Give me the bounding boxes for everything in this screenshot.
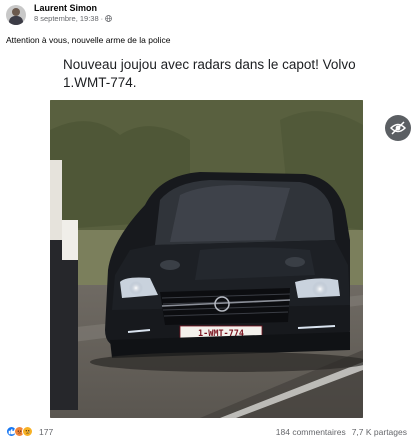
post-timestamp[interactable]: 8 septembre, 19:38 [34,15,99,23]
facebook-post: Laurent Simon 8 septembre, 19:38 · Atten… [0,0,415,443]
avatar[interactable] [6,5,26,25]
author-name[interactable]: Laurent Simon [34,4,112,13]
post-footer: 177 184 commentaires 7,7 K partages [0,420,415,443]
reactions[interactable]: 177 [6,426,53,437]
engagement-counts: 184 commentaires 7,7 K partages [276,427,407,437]
post-subline: 8 septembre, 19:38 · [34,14,113,23]
shares-count[interactable]: 7,7 K partages [352,427,407,437]
car-photo[interactable]: 1-WMT-774 [50,100,363,418]
globe-icon [105,15,113,23]
comments-count[interactable]: 184 commentaires [276,427,346,437]
eye-icon [390,121,406,135]
separator-dot: · [100,14,104,23]
post-meta: Laurent Simon 8 septembre, 19:38 · [34,3,113,23]
post-media[interactable]: Nouveau joujou avec radars dans le capot… [0,52,415,420]
post-caption: Attention à vous, nouvelle arme de la po… [6,35,171,45]
eye-button[interactable] [385,115,411,141]
sad-icon [22,426,33,437]
reaction-count[interactable]: 177 [39,427,53,437]
post-header: Laurent Simon 8 septembre, 19:38 · [6,3,113,29]
media-text: Nouveau joujou avec radars dans le capot… [63,57,356,90]
